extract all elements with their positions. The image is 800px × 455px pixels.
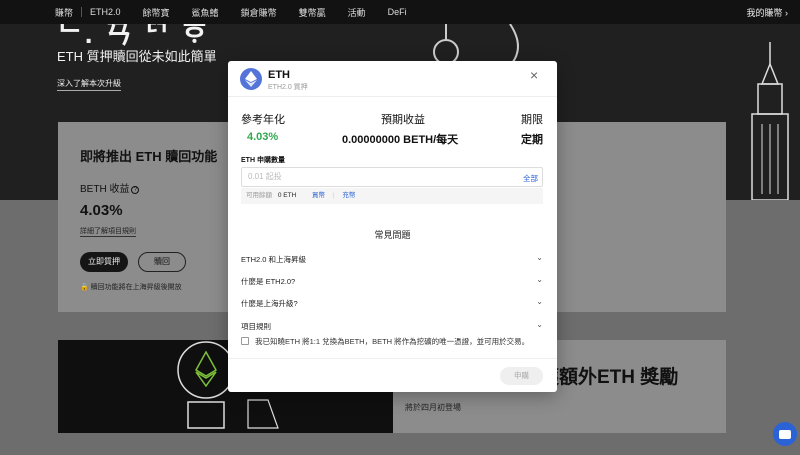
- faq-item-eth2-shanghai[interactable]: ETH2.0 和上海昇級 ⌄: [241, 253, 543, 268]
- beth-yield-text: BETH 收益: [80, 184, 130, 195]
- faq-question: ETH2.0 和上海昇級: [241, 255, 307, 264]
- available-balance-label: 可用餘額: [246, 192, 272, 199]
- chevron-down-icon: ⌄: [536, 297, 543, 306]
- chat-icon: [779, 429, 791, 439]
- banner-subtitle: 將於四月初登場: [405, 403, 461, 412]
- modal-subtitle: ETH2.0 質押: [268, 84, 308, 91]
- faq-item-what-is-eth2[interactable]: 什麼是 ETH2.0? ⌄: [241, 275, 543, 290]
- close-icon[interactable]: ×: [530, 68, 538, 82]
- my-earnings-link[interactable]: 我的賺幣 ›: [747, 6, 789, 19]
- amount-label: ETH 申購數量: [241, 157, 285, 164]
- nav-item-eth2[interactable]: ETH2.0: [90, 7, 121, 17]
- faq-question: 什麼是上海升級?: [241, 299, 298, 308]
- nav-item-locked-staking[interactable]: 鎖倉賺幣: [241, 6, 277, 19]
- side-card: [556, 122, 726, 312]
- agreement-checkbox[interactable]: [241, 337, 249, 345]
- redeem-note-text: 贖回功能將在上海昇級後開放: [90, 284, 182, 291]
- stake-now-button[interactable]: 立即質押: [80, 252, 128, 272]
- nav-item-shark-fin[interactable]: 鯊魚鰭: [192, 6, 219, 19]
- redeem-button[interactable]: 贖回: [138, 252, 186, 272]
- chevron-down-icon: ⌄: [536, 275, 543, 284]
- nav-item-earn[interactable]: 賺幣: [55, 6, 73, 19]
- learn-more-link[interactable]: 深入了解本次升級: [57, 78, 121, 91]
- beth-yield-rate: 4.03%: [80, 202, 123, 219]
- nav-divider: [81, 7, 83, 17]
- apr-label: 參考年化: [241, 114, 285, 126]
- beth-yield-label: BETH 收益?: [80, 180, 140, 195]
- faq-question: 什麼是 ETH2.0?: [241, 277, 296, 286]
- available-balance-value: 0 ETH: [277, 192, 297, 199]
- apply-button[interactable]: 申購: [500, 367, 543, 385]
- chevron-down-icon: ⌄: [536, 320, 543, 329]
- available-balance-row: 可用餘額 0 ETH 買幣 | 充幣: [241, 188, 543, 204]
- lock-icon: 🔒: [80, 284, 89, 291]
- stake-modal: ETH ETH2.0 質押 × 參考年化 4.03% 預期收益 0.000000…: [228, 61, 557, 392]
- link-divider: |: [332, 192, 335, 199]
- term-value: 定期: [521, 134, 543, 146]
- project-rules-link[interactable]: 詳細了解項目規則: [80, 226, 136, 237]
- faq-title: 常見問題: [374, 230, 411, 240]
- top-nav: 賺幣 ETH2.0 餘幣寶 鯊魚鰭 鎖倉賺幣 雙幣贏 活動 DeFi 我的賺幣 …: [0, 0, 800, 24]
- nav-item-defi[interactable]: DeFi: [388, 7, 407, 17]
- expected-yield-value: 0.00000000 BETH/每天: [342, 134, 459, 146]
- term-label: 期限: [521, 114, 543, 126]
- modal-title: ETH: [268, 69, 290, 81]
- nav-item-dual-invest[interactable]: 雙幣贏: [299, 6, 326, 19]
- agreement-row: 我已知曉ETH 將1:1 兌換為BETH，BETH 將作為挖礦的唯一憑證，並可用…: [241, 336, 529, 347]
- faq-item-what-is-shanghai[interactable]: 什麼是上海升級? ⌄: [241, 297, 543, 312]
- modal-header: ETH ETH2.0 質押 ×: [228, 61, 557, 97]
- nav-item-activities[interactable]: 活動: [348, 6, 366, 19]
- buy-crypto-link[interactable]: 買幣: [312, 192, 325, 199]
- skyscraper-illustration: [751, 42, 789, 200]
- apr-value: 4.03%: [247, 131, 279, 143]
- deposit-link[interactable]: 充幣: [342, 192, 355, 199]
- help-icon[interactable]: ?: [131, 186, 140, 194]
- card-title: 即將推出 ETH 贖回功能: [80, 149, 218, 164]
- hero-tagline: ETH 質押贖回從未如此簡單: [57, 49, 217, 64]
- chat-support-button[interactable]: [773, 422, 797, 446]
- max-all-button[interactable]: 全部: [523, 173, 538, 184]
- faq-question: 項目規則: [241, 322, 271, 331]
- expected-yield-label: 預期收益: [381, 114, 425, 126]
- banner-title: 獲額外ETH 獎勵: [540, 367, 679, 388]
- chevron-down-icon: ⌄: [536, 253, 543, 262]
- redeem-note: 🔒 贖回功能將在上海昇級後開放: [80, 282, 182, 292]
- amount-input[interactable]: 0.01 起投: [241, 167, 543, 187]
- agreement-text: 我已知曉ETH 將1:1 兌換為BETH，BETH 將作為挖礦的唯一憑證，並可用…: [255, 337, 530, 346]
- nav-item-savings[interactable]: 餘幣寶: [143, 6, 170, 19]
- faq-item-project-rules[interactable]: 項目規則 ⌄: [241, 320, 543, 335]
- eth-logo-icon: [240, 68, 262, 90]
